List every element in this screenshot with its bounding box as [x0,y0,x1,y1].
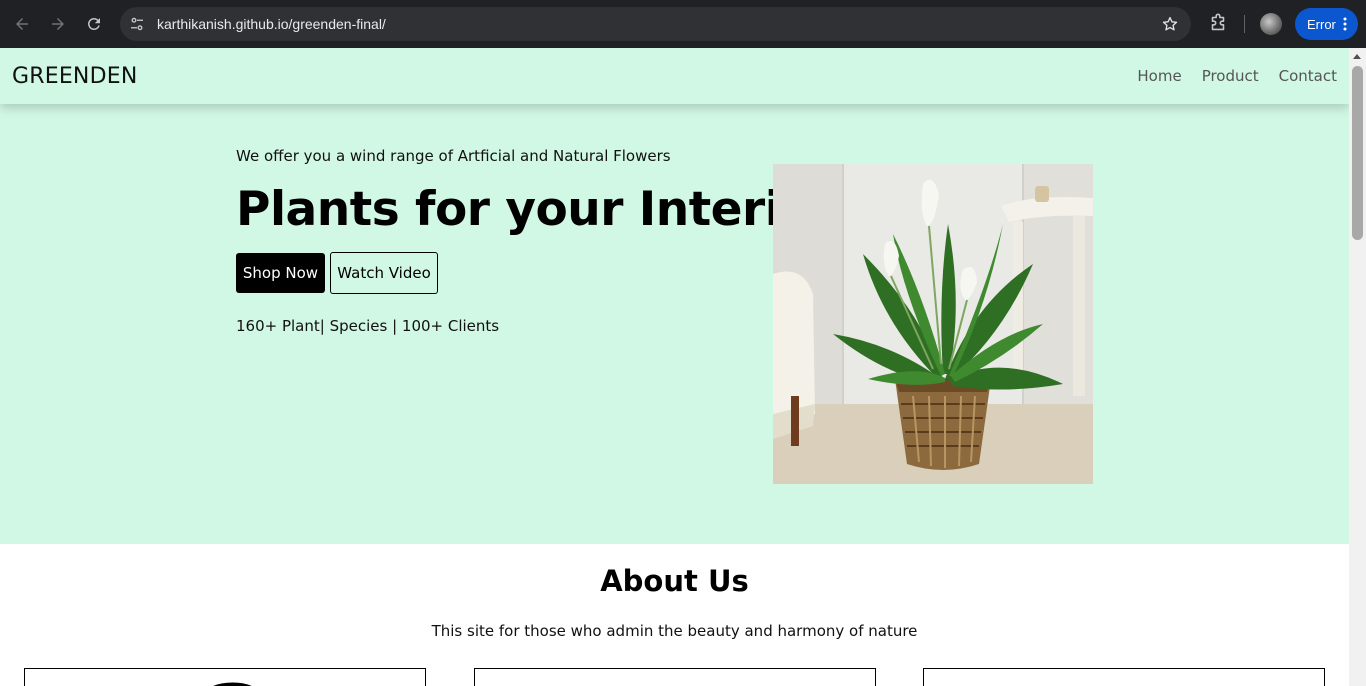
reload-button[interactable] [80,10,108,38]
scroll-up-arrow[interactable] [1353,54,1361,59]
hero-tagline: We offer you a wind range of Artficial a… [236,147,671,165]
hero-plant-image [773,164,1093,484]
feature-card [24,668,426,686]
feature-card [923,668,1325,686]
web-page: We offer you a wind range of Artficial a… [0,48,1349,686]
feature-card [474,668,876,686]
nav-links: Home Product Contact [1137,48,1337,104]
profile-error-button[interactable]: Error [1295,8,1358,40]
profile-error-label: Error [1307,16,1336,32]
vertical-dots-icon [1343,17,1347,31]
url-text[interactable]: karthikanish.github.io/greenden-final/ [157,7,386,41]
reload-icon [87,17,100,30]
address-bar[interactable]: karthikanish.github.io/greenden-final/ [120,7,1191,41]
site-logo[interactable]: GREENDEN [12,48,138,104]
watch-video-button[interactable]: Watch Video [330,252,438,294]
arrow-left-icon [16,18,28,30]
tune-icon[interactable] [128,15,146,33]
card-icon [1092,681,1112,686]
nav-link-contact[interactable]: Contact [1279,67,1337,85]
hero-section: We offer you a wind range of Artficial a… [0,48,1349,544]
nav-link-home[interactable]: Home [1137,67,1181,85]
browser-toolbar: karthikanish.github.io/greenden-final/ E… [0,0,1366,48]
scrollbar-thumb[interactable] [1352,66,1363,240]
avatar[interactable] [1260,13,1282,35]
star-icon[interactable] [1161,15,1179,33]
arrow-right-icon [52,18,64,30]
about-section: About Us This site for those who admin t… [0,544,1349,686]
page-scrollbar[interactable] [1349,48,1366,686]
puzzle-icon[interactable] [1207,12,1229,34]
forward-button[interactable] [44,10,72,38]
card-icon [213,682,252,686]
about-subtitle: This site for those who admin the beauty… [431,622,918,640]
hero-title: Plants for your Interior [236,182,835,237]
site-navbar: GREENDEN Home Product Contact [0,48,1349,104]
about-title: About Us [600,564,749,598]
nav-link-product[interactable]: Product [1202,67,1259,85]
shop-now-button[interactable]: Shop Now [236,253,325,293]
back-button[interactable] [8,10,36,38]
toolbar-divider [1244,15,1245,33]
hero-stats: 160+ Plant| Species | 100+ Clients [236,317,500,335]
